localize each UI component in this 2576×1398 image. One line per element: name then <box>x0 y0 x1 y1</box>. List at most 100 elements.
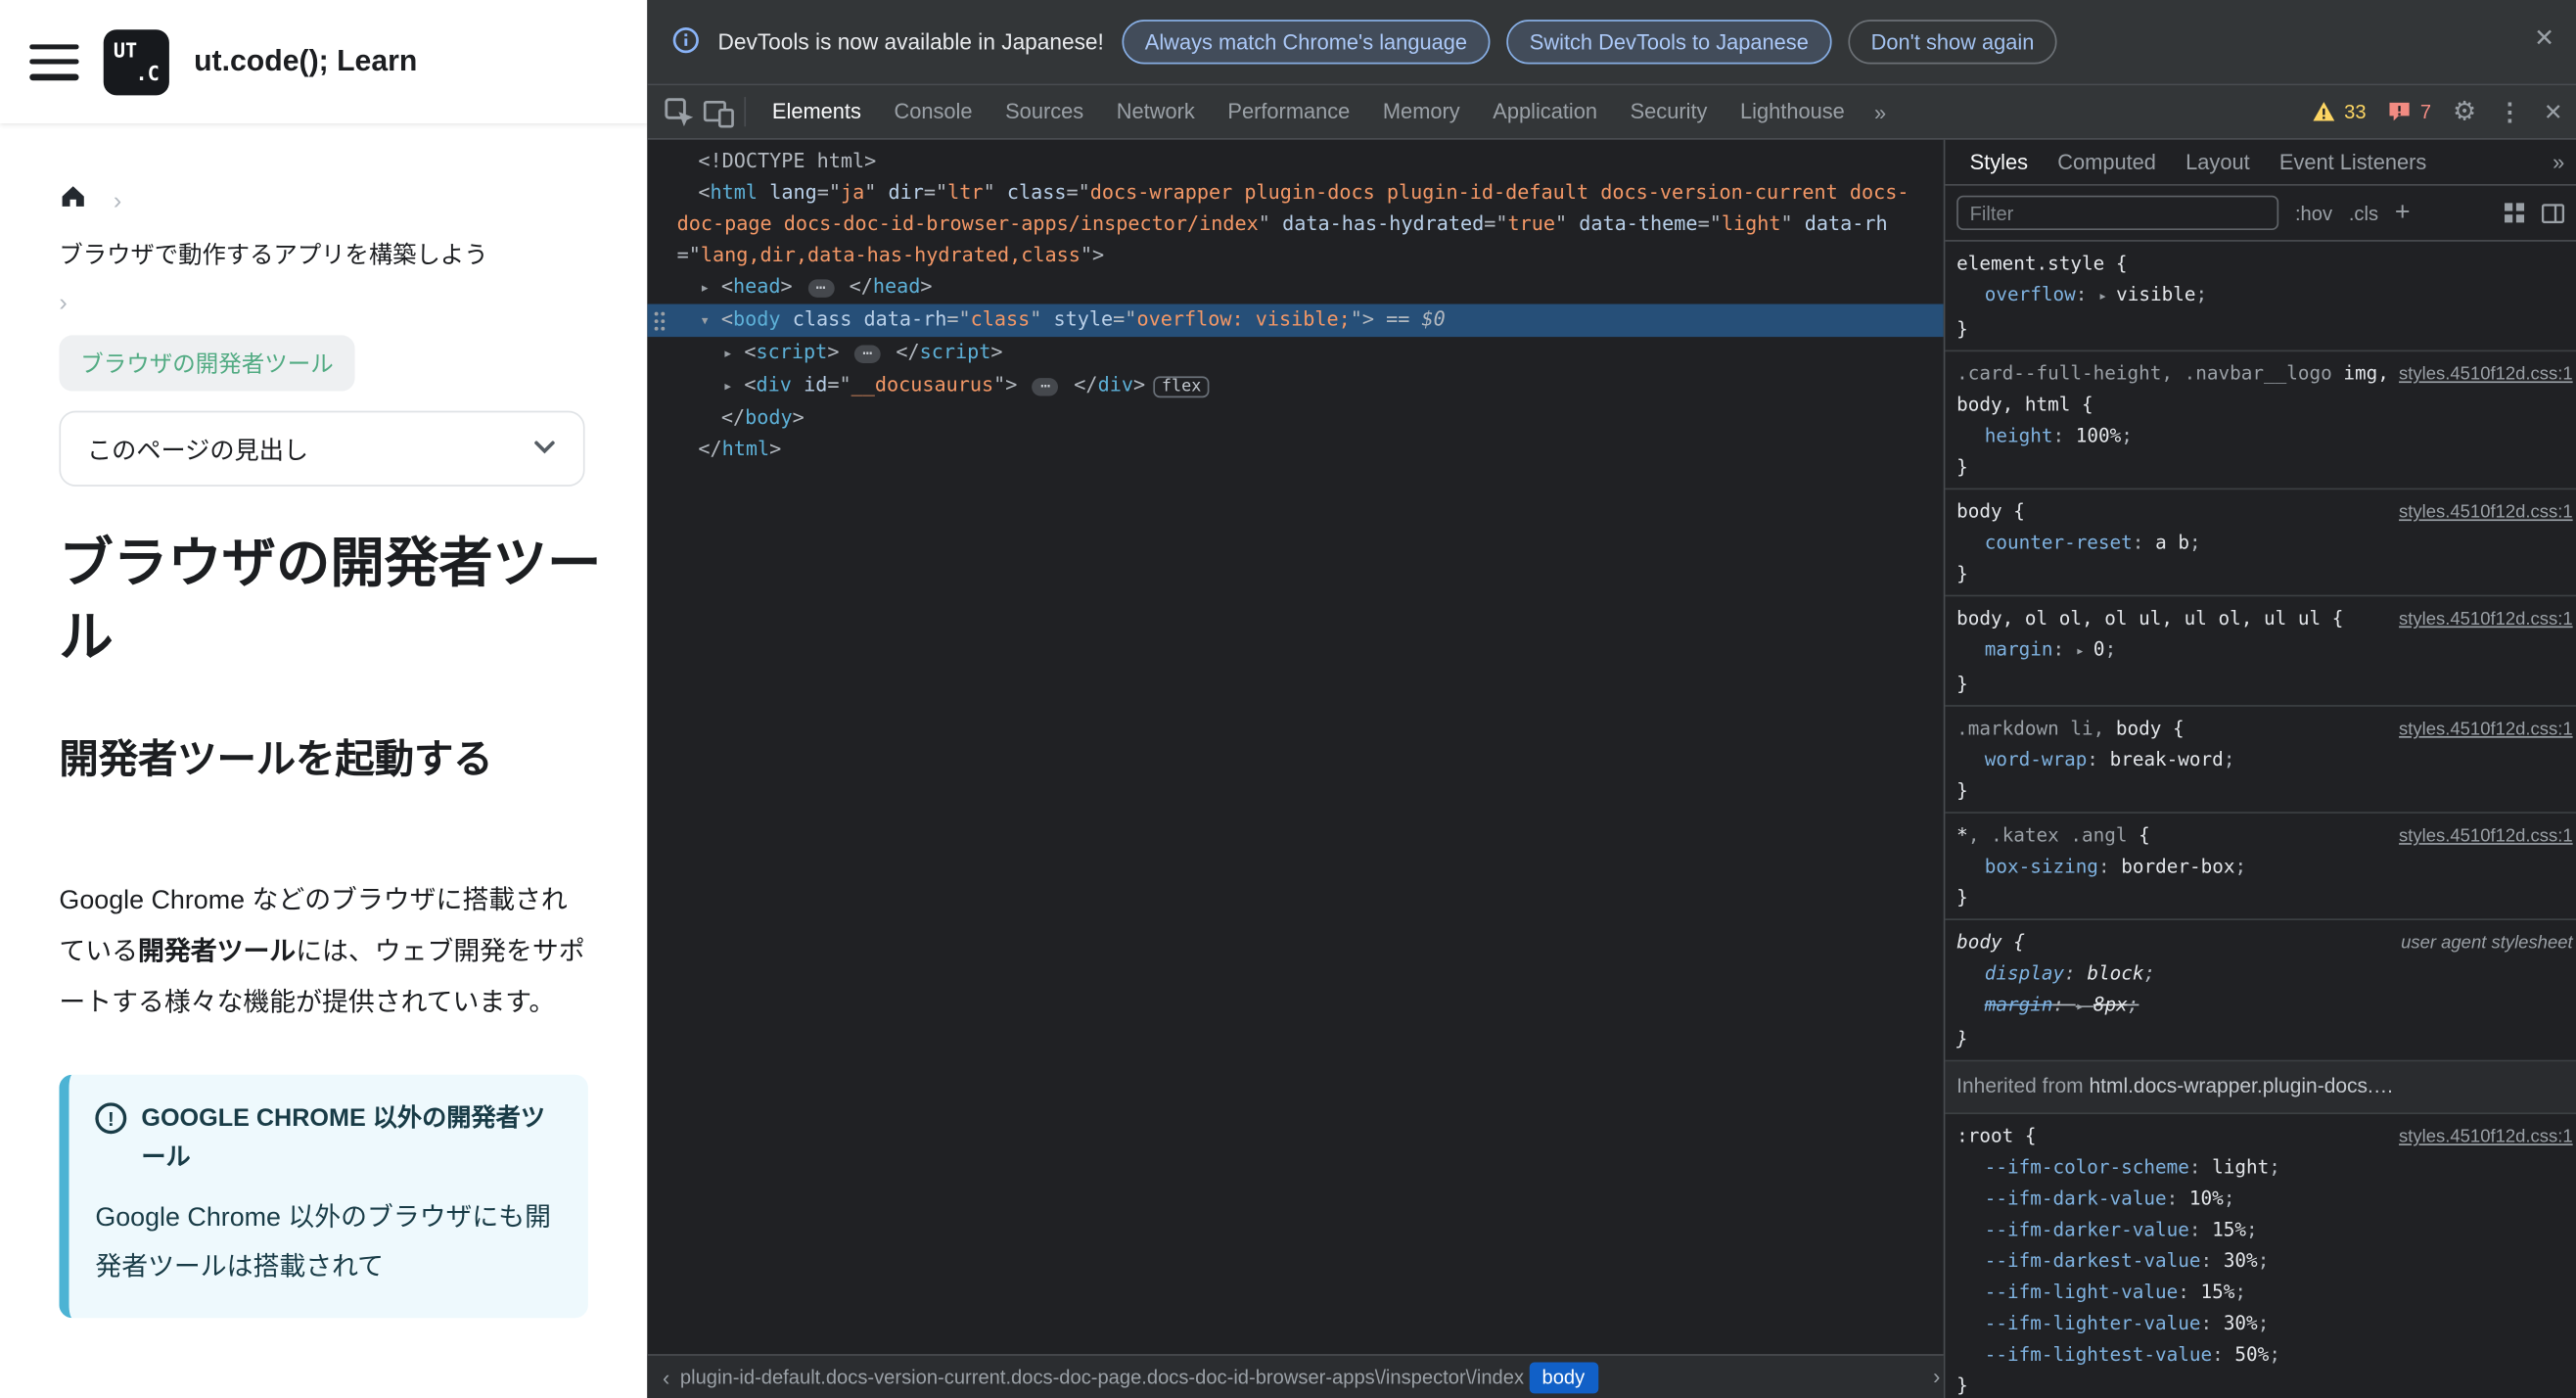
dom-tree-line[interactable]: <!DOCTYPE html> <box>647 146 1943 177</box>
new-style-rule-icon[interactable]: + <box>2395 199 2411 225</box>
styles-filter-input[interactable] <box>1956 195 2279 230</box>
infobar-button-1[interactable]: Always match Chrome's language <box>1122 20 1491 65</box>
devtools-tab-security[interactable]: Security <box>1614 85 1724 138</box>
breadcrumb-item-course[interactable]: ブラウザで動作するアプリを構築しよう <box>59 237 487 271</box>
style-rule: styles.4510f12d.css:1 *, .katex .angl {bo… <box>1945 814 2576 920</box>
style-rule: styles.4510f12d.css:1 body, ol ol, ol ul,… <box>1945 596 2576 707</box>
infobar-button-2[interactable]: Switch DevTools to Japanese <box>1506 20 1832 65</box>
stylesheet-link[interactable]: styles.4510f12d.css:1 <box>2399 1122 2573 1153</box>
node-ellipsis-button[interactable]: ⋯ <box>1032 378 1059 396</box>
style-rule: styles.4510f12d.css:1:root {--ifm-color-… <box>1945 1114 2576 1398</box>
inherited-from-label: Inherited from <box>1956 1074 2090 1098</box>
declaration[interactable]: margin: ▸ 0; <box>1956 634 2569 669</box>
dom-tree-line[interactable]: </html> <box>647 434 1943 465</box>
expand-arrow-icon[interactable]: ▾ <box>700 305 721 337</box>
stylesheet-link[interactable]: styles.4510f12d.css:1 <box>2399 360 2573 392</box>
sidebar-tab-styles[interactable]: Styles <box>1955 150 2043 174</box>
dom-tree-line[interactable]: </body> <box>647 402 1943 434</box>
stylesheet-link[interactable]: styles.4510f12d.css:1 <box>2399 605 2573 636</box>
devtools-close-icon[interactable]: ✕ <box>2544 98 2563 126</box>
admonition-title: GOOGLE CHROME 以外の開発者ツール <box>141 1103 546 1172</box>
issues-indicator[interactable]: 7 <box>2387 100 2432 123</box>
devtools-tab-memory[interactable]: Memory <box>1366 85 1476 138</box>
devtools-tab-performance[interactable]: Performance <box>1212 85 1366 138</box>
devtools-tab-console[interactable]: Console <box>878 85 989 138</box>
kebab-menu-icon[interactable]: ⋮ <box>2498 97 2522 127</box>
node-ellipsis-button[interactable]: ⋯ <box>853 345 881 363</box>
declaration[interactable]: height: 100%; <box>1956 421 2569 452</box>
site-logo[interactable]: UT .C <box>103 28 169 95</box>
site-title[interactable]: ut.code(); Learn <box>194 44 417 78</box>
split-view-icon[interactable] <box>2541 203 2565 223</box>
sidebar-more-tabs-icon[interactable]: » <box>2553 150 2564 174</box>
crumbs-scroll-right-icon[interactable]: › <box>1933 1364 1940 1388</box>
grid-overlay-icon[interactable] <box>2504 202 2525 223</box>
node-ellipsis-button[interactable]: ⋯ <box>807 279 835 298</box>
declaration[interactable]: --ifm-darker-value: 15%; <box>1956 1214 2569 1245</box>
crumbs-scroll-left-icon[interactable]: ‹ <box>652 1365 680 1389</box>
declaration[interactable]: box-sizing: border-box; <box>1956 851 2569 882</box>
inherited-node-link[interactable]: html.docs-wrapper.plugin-docs.… <box>2089 1075 2393 1098</box>
warnings-indicator[interactable]: 33 <box>2312 100 2367 123</box>
stylesheet-link[interactable]: styles.4510f12d.css:1 <box>2399 821 2573 853</box>
devtools-tab-application[interactable]: Application <box>1476 85 1613 138</box>
device-toolbar-icon[interactable] <box>698 92 737 131</box>
stylesheet-link[interactable]: styles.4510f12d.css:1 <box>2399 498 2573 530</box>
style-rule: element.style {overflow: ▸ visible;} <box>1945 242 2576 352</box>
sidebar-tab-layout[interactable]: Layout <box>2171 150 2265 174</box>
sidebar-tab-event-listeners[interactable]: Event Listeners <box>2265 150 2442 174</box>
issue-count: 7 <box>2419 100 2432 123</box>
declaration[interactable]: --ifm-lightest-value: 50%; <box>1956 1339 2569 1371</box>
stylesheet-link[interactable]: styles.4510f12d.css:1 <box>2399 715 2573 746</box>
declaration[interactable]: margin: ▸ 8px; <box>1956 989 2569 1023</box>
declaration[interactable]: display: block; <box>1956 958 2569 990</box>
devtools-tab-lighthouse[interactable]: Lighthouse <box>1724 85 1861 138</box>
style-rule: styles.4510f12d.css:1 body {counter-reset… <box>1945 489 2576 597</box>
dom-crumb-path[interactable]: plugin-id-default.docs-version-current.d… <box>680 1366 1524 1389</box>
collapse-arrow-icon[interactable]: ▸ <box>723 339 745 370</box>
declaration[interactable]: --ifm-dark-value: 10%; <box>1956 1184 2569 1215</box>
declaration[interactable]: word-wrap: break-word; <box>1956 744 2569 775</box>
elements-panel: <!DOCTYPE html> <html lang="ja" dir="ltr"… <box>647 140 1944 1398</box>
declaration[interactable]: --ifm-light-value: 15%; <box>1956 1277 2569 1308</box>
flex-badge[interactable]: flex <box>1153 376 1210 398</box>
sidebar-tab-computed[interactable]: Computed <box>2043 150 2171 174</box>
page-title: ブラウザの開発者ツール <box>59 532 602 668</box>
devtools-window: DevTools is now available in Japanese! A… <box>647 0 2576 1398</box>
devtools-infobar: DevTools is now available in Japanese! A… <box>647 0 2576 86</box>
declaration[interactable]: --ifm-darkest-value: 30%; <box>1956 1245 2569 1277</box>
class-toggle[interactable]: .cls <box>2349 202 2378 225</box>
pseudo-state-toggle[interactable]: :hov <box>2295 202 2332 225</box>
dom-tree-line[interactable]: ▾ <body class data-rh="class" style="over… <box>647 303 1944 338</box>
infobar-button-3[interactable]: Don't show again <box>1848 20 2057 65</box>
warning-count: 33 <box>2344 100 2367 123</box>
inspect-element-icon[interactable] <box>659 92 698 131</box>
declaration[interactable]: counter-reset: a b; <box>1956 528 2569 559</box>
infobar-close-icon[interactable]: ✕ <box>2534 23 2554 53</box>
expand-value-icon[interactable]: ▸ <box>2076 1000 2093 1016</box>
declaration[interactable]: overflow: ▸ visible; <box>1956 279 2569 313</box>
collapse-arrow-icon[interactable]: ▸ <box>700 273 721 304</box>
rule-selector[interactable]: element.style { <box>1956 248 2569 279</box>
declaration[interactable]: --ifm-lighter-value: 30%; <box>1956 1308 2569 1339</box>
home-icon[interactable] <box>59 182 87 218</box>
devtools-tab-sources[interactable]: Sources <box>989 85 1100 138</box>
devtools-tab-network[interactable]: Network <box>1100 85 1212 138</box>
inherited-from-header: Inherited from html.docs-wrapper.plugin-… <box>1945 1061 2576 1115</box>
dom-tree-line[interactable]: <html lang="ja" dir="ltr" class="docs-wr… <box>647 177 1943 271</box>
logo-text-top: UT <box>113 38 138 62</box>
dom-tree-line[interactable]: ▸ <head> ⋯ </head> <box>647 271 1943 304</box>
dom-crumb-selected[interactable]: body <box>1529 1361 1598 1393</box>
dom-tree: <!DOCTYPE html> <html lang="ja" dir="ltr"… <box>647 140 1944 1354</box>
settings-gear-icon[interactable]: ⚙ <box>2453 95 2476 128</box>
expand-value-icon[interactable]: ▸ <box>2076 644 2093 661</box>
devtools-tab-elements[interactable]: Elements <box>756 85 878 138</box>
more-tabs-icon[interactable]: » <box>1862 100 1900 124</box>
declaration[interactable]: --ifm-color-scheme: light; <box>1956 1152 2569 1184</box>
toc-toggle[interactable]: このページの見出し <box>59 410 585 487</box>
collapse-arrow-icon[interactable]: ▸ <box>723 371 745 402</box>
dom-tree-line[interactable]: ▸ <script> ⋯ </script> <box>647 337 1943 370</box>
menu-icon[interactable] <box>29 43 79 80</box>
dom-tree-line[interactable]: ▸ <div id="__docusaurus"> ⋯ </div> flex <box>647 370 1943 403</box>
expand-value-icon[interactable]: ▸ <box>2098 289 2116 305</box>
